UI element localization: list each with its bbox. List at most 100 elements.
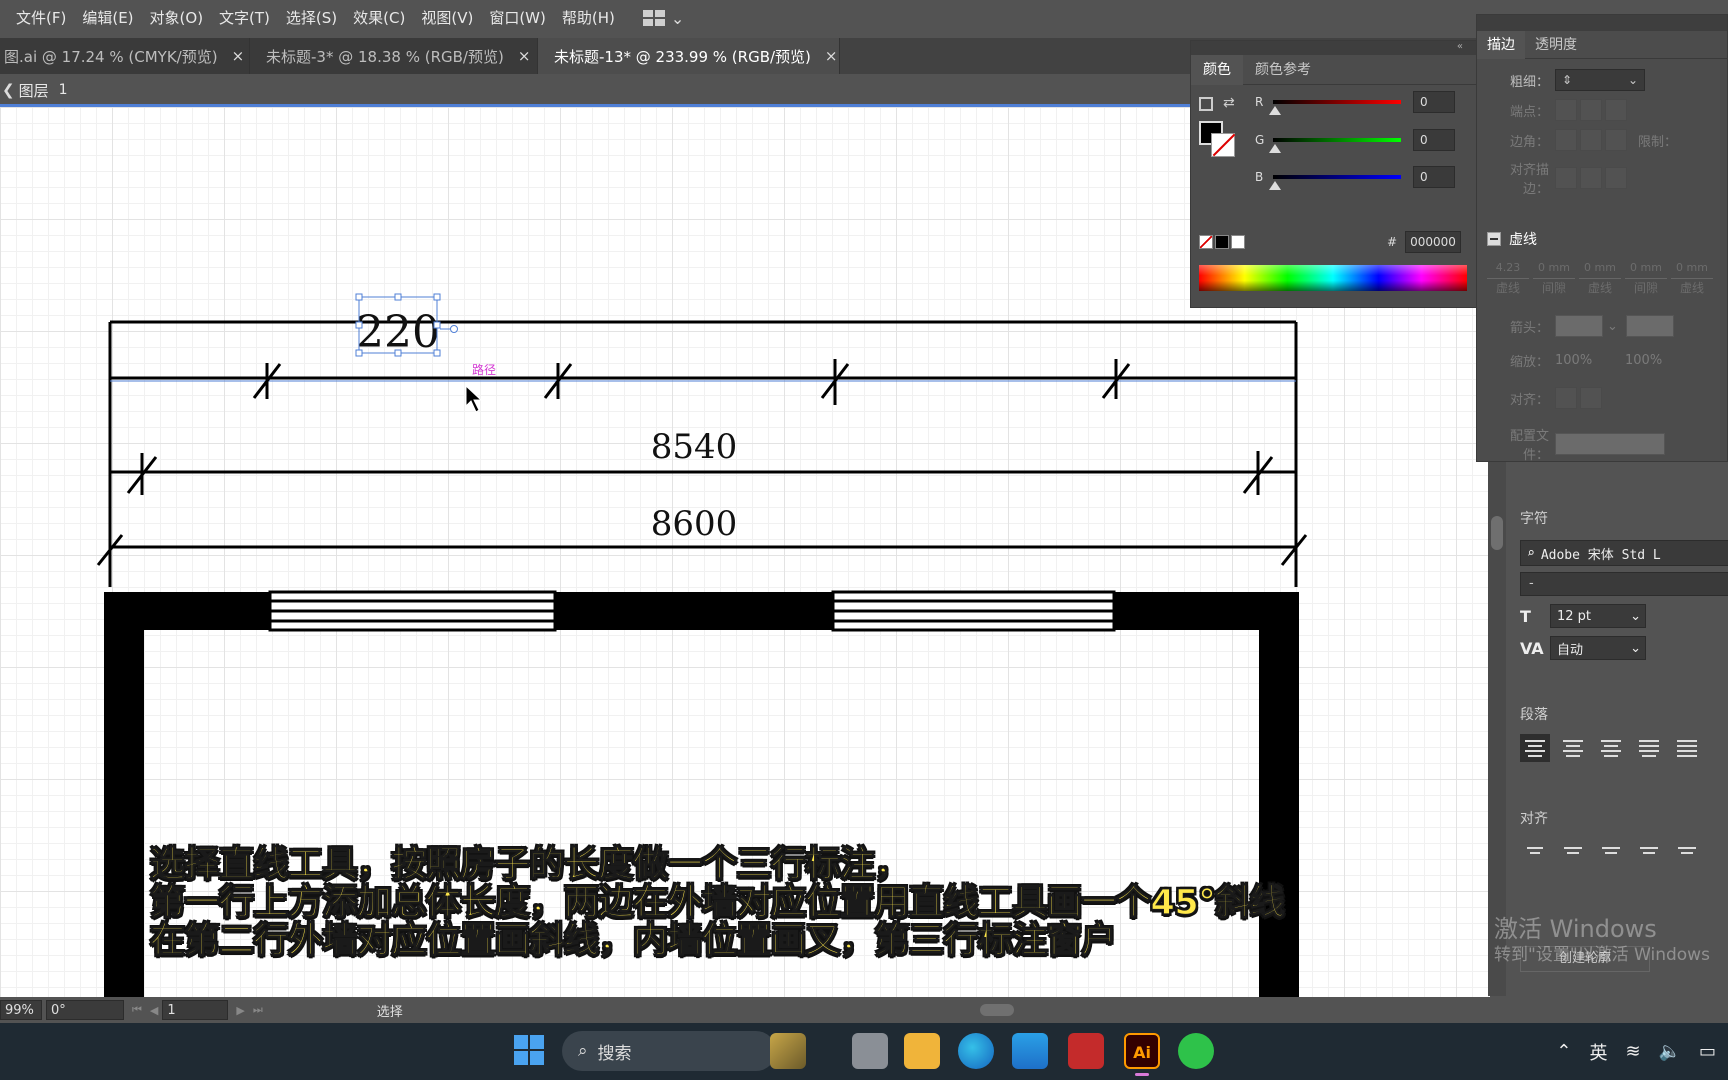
kerning-field[interactable]: 自动 ⌄ [1550,636,1646,660]
justify-all-icon[interactable] [1672,734,1702,762]
menu-object[interactable]: 对象(O) [142,0,212,36]
illustrator-app-icon[interactable]: Ai [1124,1033,1160,1069]
dash-field[interactable]: 4.23 虚线 [1487,261,1529,296]
tab-doc-2[interactable]: 未标题-3* @ 18.38 % (RGB/预览) × [250,38,538,74]
hex-input[interactable]: 000000 [1405,231,1462,253]
wifi-icon[interactable]: ≋ [1625,1041,1640,1062]
none-swatch[interactable] [1199,235,1213,249]
volume-icon[interactable]: 🔈 [1659,1041,1681,1062]
scroll-thumb[interactable] [980,1004,1014,1016]
align-right-icon[interactable] [1596,734,1626,762]
h-align-right-icon[interactable] [1634,836,1664,864]
b-input[interactable]: 0 [1413,166,1455,188]
h-align-center-icon[interactable] [1596,836,1626,864]
tab-color[interactable]: 颜色 [1191,54,1243,85]
next-artboard-icon[interactable]: ▶ [236,1004,244,1017]
last-artboard-icon[interactable]: ⏭ [253,1003,263,1017]
align-outside-button[interactable] [1605,167,1627,189]
chevron-up-icon[interactable]: ⌃ [1556,1041,1571,1062]
dash-field[interactable]: 0 mm 虚线 [1579,261,1621,296]
screen-recorder-icon[interactable] [1068,1033,1104,1069]
tab-transparency[interactable]: 透明度 [1525,31,1587,59]
prev-artboard-icon[interactable]: ◀ [150,1004,158,1017]
wechat-icon[interactable] [1178,1033,1214,1069]
font-family-field[interactable]: ⌕ Adobe 宋体 Std L [1520,540,1728,566]
tab-stroke[interactable]: 描边 [1477,30,1525,59]
weight-select[interactable]: ⇕ ⌄ [1555,69,1645,91]
scale-a-value[interactable]: 100% [1555,353,1625,368]
h-align-left-icon[interactable] [1558,836,1588,864]
menu-type[interactable]: 文字(T) [211,0,278,36]
swap-colors-icon[interactable]: ⇄ [1223,95,1235,111]
menu-window[interactable]: 窗口(W) [481,0,554,36]
horizontal-scrollbar[interactable] [600,1004,1480,1016]
miter-join-button[interactable] [1555,129,1577,151]
first-artboard-icon[interactable]: ⏮ [132,1003,142,1017]
bevel-join-button[interactable] [1605,129,1627,151]
close-icon[interactable]: × [518,47,531,65]
tab-color-guide[interactable]: 颜色参考 [1243,55,1323,85]
dash-field[interactable]: 0 mm 虚线 [1671,261,1713,296]
justify-icon[interactable] [1634,734,1664,762]
rotation-field[interactable]: 0° [46,1000,124,1020]
battery-icon[interactable]: ▭ [1699,1041,1716,1062]
wall-left[interactable] [104,592,144,997]
store-icon[interactable] [1012,1033,1048,1069]
r-slider[interactable] [1269,100,1401,115]
zoom-field[interactable]: 99% [0,1000,42,1020]
window-left[interactable] [268,590,557,632]
file-explorer-icon[interactable] [904,1033,940,1069]
stroke-swatch[interactable] [1211,133,1235,157]
menu-select[interactable]: 选择(S) [278,0,345,36]
game-app-icon[interactable] [770,1033,806,1069]
edge-browser-icon[interactable] [958,1033,994,1069]
arrow-start-select[interactable] [1555,315,1603,337]
square-cap-button[interactable] [1605,99,1627,121]
default-colors-icon[interactable] [1199,97,1213,111]
color-spectrum[interactable] [1199,265,1467,291]
v-align-top-icon[interactable] [1672,836,1702,864]
arrow-inside-button[interactable] [1580,387,1602,409]
menu-edit[interactable]: 编辑(E) [74,0,141,36]
windows-start-icon[interactable] [514,1035,544,1065]
task-view-icon[interactable] [852,1033,888,1069]
menu-view[interactable]: 视图(V) [413,0,481,36]
align-center-button[interactable] [1555,167,1577,189]
close-icon[interactable]: × [825,47,838,65]
dash-checkbox[interactable] [1487,232,1501,246]
menu-effect[interactable]: 效果(C) [345,0,413,36]
wall-top-mid[interactable] [555,592,833,630]
dim-text-8540[interactable]: 8540 [651,427,738,467]
b-slider[interactable] [1269,175,1401,190]
gap-field[interactable]: 0 mm 间隙 [1625,261,1667,296]
menu-help[interactable]: 帮助(H) [554,0,623,36]
align-center-icon[interactable] [1558,734,1588,762]
close-icon[interactable]: × [232,47,245,65]
tab-doc-3[interactable]: 未标题-13* @ 233.99 % (RGB/预览) × [538,38,840,74]
gap-field[interactable]: 0 mm 间隙 [1533,261,1575,296]
layer-name[interactable]: 图层 [19,80,49,101]
arrow-extend-button[interactable] [1555,387,1577,409]
profile-select[interactable] [1555,433,1665,455]
butt-cap-button[interactable] [1555,99,1577,121]
black-swatch[interactable] [1215,235,1229,249]
font-style-field[interactable]: - [1520,572,1728,596]
menu-file[interactable]: 文件(F) [0,0,74,36]
scale-b-value[interactable]: 100% [1625,353,1685,368]
panel-collapse-icon[interactable]: « [1191,41,1477,55]
dim-text-8600[interactable]: 8600 [651,504,738,544]
window-right[interactable] [831,590,1116,632]
align-to-icon[interactable] [1520,836,1550,864]
align-inside-button[interactable] [1580,167,1602,189]
workspace-switcher[interactable]: ⌄ [642,9,684,28]
g-slider[interactable] [1269,138,1401,153]
g-input[interactable]: 0 [1413,129,1455,151]
arrow-end-select[interactable] [1625,315,1674,337]
r-input[interactable]: 0 [1413,91,1455,113]
align-left-icon[interactable] [1520,734,1550,762]
round-cap-button[interactable] [1580,99,1602,121]
artboard-field[interactable]: 1 [162,1000,229,1020]
taskbar-search[interactable]: ⌕ 搜索 [562,1031,776,1071]
tab-doc-1[interactable]: 图.ai @ 17.24 % (CMYK/预览) × [0,38,250,74]
round-join-button[interactable] [1580,129,1602,151]
